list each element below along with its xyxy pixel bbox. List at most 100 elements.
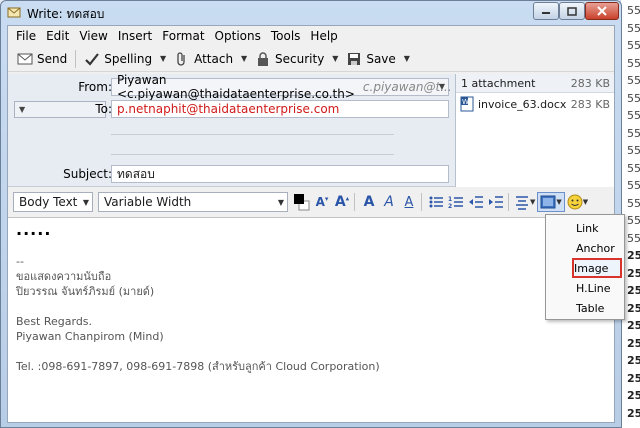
background-cell: 55 (627, 21, 640, 35)
security-label: Security (275, 51, 325, 66)
attachment-size: 283 KB (570, 97, 610, 111)
chevron-down-icon: ▼ (82, 198, 89, 207)
attach-dropdown[interactable]: ▼ (238, 48, 250, 70)
recipient-row-empty[interactable] (111, 134, 394, 135)
attachment-header[interactable]: 1 attachment 283 KB (456, 74, 614, 93)
insert-button[interactable]: ▼ (537, 192, 565, 212)
message-body-editor[interactable]: ..... -- ขอแสดงความนับถือ ปิยวรรณ จันทร์ภ… (8, 217, 614, 422)
background-cell: 55 (627, 4, 640, 17)
attachment-name: invoice_63.docx (478, 97, 567, 111)
background-cell: 55 (627, 56, 640, 70)
minimize-button[interactable] (533, 2, 559, 20)
chevron-down-icon: ▼ (438, 82, 445, 91)
spelling-label: Spelling (104, 51, 153, 66)
format-toolbar: Body Text ▼ Variable Width ▼ A▾ A▴ A A A (8, 189, 614, 215)
attach-button[interactable]: Attach (169, 48, 238, 70)
signature-block: -- ขอแสดงความนับถือ ปิยวรรณ จันทร์ภิรมย์ … (16, 254, 614, 374)
save-dropdown[interactable]: ▼ (401, 48, 413, 70)
background-cell: 25 (627, 406, 640, 420)
menu-tools[interactable]: Tools (266, 29, 306, 43)
toolbar-separator (421, 193, 422, 211)
indent-icon (489, 196, 503, 208)
background-cell: 55 (627, 39, 640, 52)
send-icon (17, 53, 33, 64)
checkmark-icon (85, 52, 100, 66)
subject-field[interactable]: ทดสอบ (111, 165, 449, 183)
bullet-list-button[interactable] (427, 192, 445, 212)
background-cell: 55 (627, 161, 640, 175)
background-cell: 25 (627, 319, 640, 332)
attachment-item[interactable]: W invoice_63.docx 283 KB (456, 93, 614, 112)
close-icon (597, 6, 607, 16)
menu-view[interactable]: View (74, 29, 112, 43)
numbered-list-icon: 12 (448, 196, 463, 210)
underline-icon: A (404, 194, 414, 210)
font-select[interactable]: Variable Width ▼ (98, 192, 288, 212)
paragraph-style-select[interactable]: Body Text ▼ (13, 192, 93, 212)
background-cell: 55 (627, 214, 640, 227)
save-label: Save (366, 51, 396, 66)
background-cell: 25 (627, 354, 640, 367)
address-type-select[interactable]: ▼ (14, 101, 106, 118)
address-area: From: Piyawan <c.piyawan@thaidataenterpr… (8, 73, 452, 187)
maximize-button[interactable] (559, 2, 585, 20)
menu-insert[interactable]: Insert (113, 29, 157, 43)
to-field[interactable]: p.netnaphit@thaidataenterprise.com (111, 100, 449, 118)
save-button[interactable]: Save (341, 48, 400, 70)
indent-button[interactable] (487, 192, 505, 212)
paperclip-icon (177, 51, 185, 66)
subject-label: Subject: (63, 167, 112, 181)
insert-menu-item-image[interactable]: Image (572, 258, 622, 278)
menu-edit[interactable]: Edit (41, 29, 74, 43)
send-label: Send (37, 51, 68, 66)
attach-label: Attach (194, 51, 234, 66)
background-cell: 25 (627, 336, 640, 350)
send-button[interactable]: Send (12, 48, 72, 70)
numbered-list-button[interactable]: 12 (447, 192, 465, 212)
signature-line: ขอแสดงความนับถือ (16, 270, 112, 283)
background-cell: 25 (627, 266, 640, 280)
outdent-button[interactable] (467, 192, 485, 212)
insert-menu-item-anchor[interactable]: Anchor (546, 238, 624, 258)
security-button[interactable]: Security (250, 48, 329, 70)
from-selector[interactable]: Piyawan <c.piyawan@thaidataenterprise.co… (111, 73, 452, 101)
attachment-count: 1 attachment (461, 76, 536, 90)
toolbar-separator (75, 49, 77, 68)
underline-button[interactable]: A (400, 192, 418, 212)
compose-window: Write: ทดสอบ File Edit View Insert Format Opt… (0, 0, 622, 428)
security-dropdown[interactable]: ▼ (329, 48, 341, 70)
outdent-icon (469, 196, 483, 208)
lock-icon (258, 51, 269, 66)
spelling-dropdown[interactable]: ▼ (157, 48, 169, 70)
italic-button[interactable]: A (380, 192, 398, 212)
floppy-disk-icon (348, 52, 361, 65)
align-button[interactable]: ▼ (514, 192, 535, 212)
spelling-button[interactable]: Spelling (79, 48, 157, 70)
smiley-icon (567, 194, 583, 210)
background-cell: 25 (627, 301, 640, 315)
signature-line (16, 299, 614, 314)
title-bar: Write: ทดสอบ (1, 1, 621, 23)
close-button[interactable] (585, 2, 619, 20)
maximize-icon (567, 6, 577, 16)
compose-client: File Edit View Insert Format Options Tools Help… (7, 25, 615, 423)
menu-format[interactable]: Format (157, 29, 209, 43)
app-icon (7, 7, 21, 18)
from-value: Piyawan <c.piyawan@thaidataenterprise.co… (117, 73, 355, 101)
attachment-pane: 1 attachment 283 KB W invoice_63.docx 28… (455, 74, 614, 187)
background-cell: 25 (627, 249, 640, 262)
font-larger-button[interactable]: A▴ (333, 192, 351, 212)
insert-menu-item-hline[interactable]: H.Line (546, 278, 624, 298)
bold-button[interactable]: A (360, 192, 378, 212)
menu-help[interactable]: Help (305, 29, 342, 43)
insert-menu-item-table[interactable]: Table (546, 298, 624, 318)
text-color-button[interactable] (293, 192, 311, 212)
menu-file[interactable]: File (11, 29, 41, 43)
recipient-row-empty[interactable] (111, 154, 394, 155)
smiley-button[interactable]: ▼ (567, 192, 588, 212)
menu-options[interactable]: Options (210, 29, 266, 43)
background-cell: 55 (627, 144, 640, 157)
toolbar-separator (354, 193, 355, 211)
insert-menu-item-link[interactable]: Link (546, 218, 624, 238)
font-smaller-button[interactable]: A▾ (313, 192, 331, 212)
